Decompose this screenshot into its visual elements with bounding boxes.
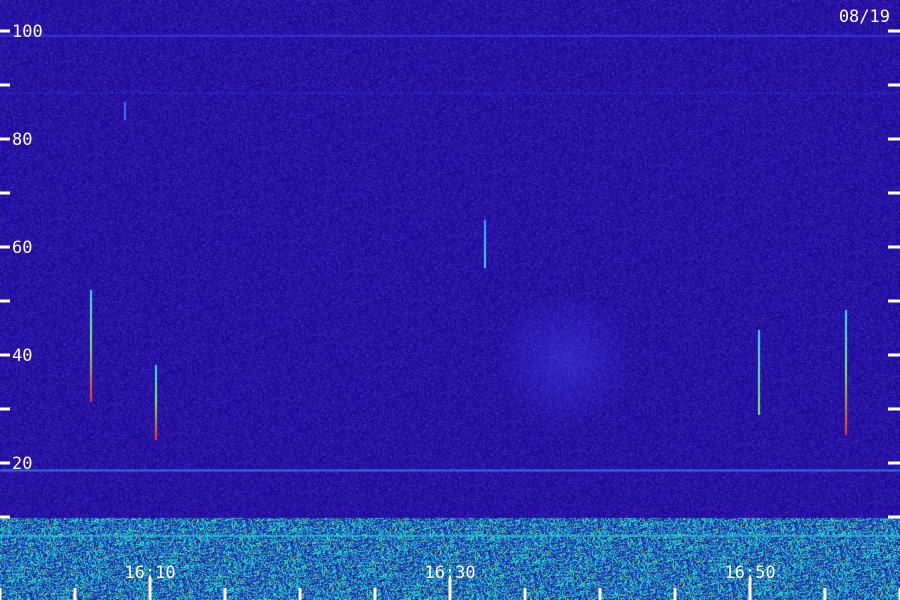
- spectrogram-view: 100 80 60 40 20 16:10 16:30 16:50 08/19: [0, 0, 900, 600]
- date-label: 08/19: [839, 7, 890, 27]
- x-time-label: 16:10: [124, 563, 175, 583]
- y-tick-label: 20: [12, 454, 32, 474]
- x-time-label: 16:30: [424, 563, 475, 583]
- axis-overlay: 100 80 60 40 20 16:10 16:30 16:50 08/19: [0, 7, 900, 600]
- y-tick-label: 40: [12, 346, 32, 366]
- y-tick-label: 60: [12, 238, 32, 258]
- y-tick-label: 100: [12, 22, 43, 42]
- x-axis-ticks: 16:10 16:30 16:50: [0, 563, 900, 600]
- y-tick-label: 80: [12, 130, 32, 150]
- x-time-label: 16:50: [724, 563, 775, 583]
- y-axis-ticks: 100 80 60 40 20: [0, 22, 900, 519]
